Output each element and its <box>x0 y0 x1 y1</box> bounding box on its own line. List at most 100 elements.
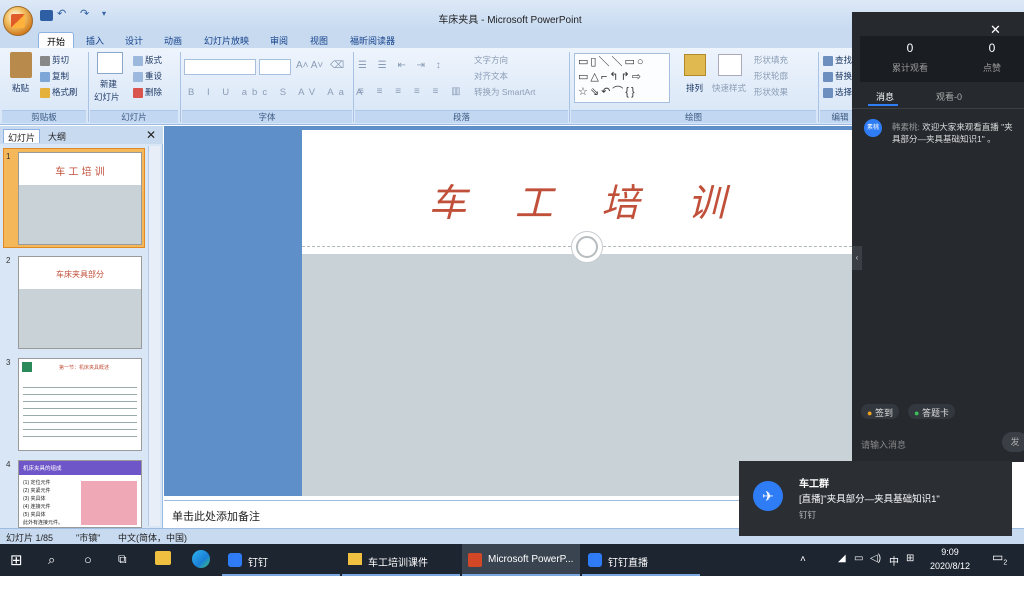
grow-font-icon[interactable]: A˄ A˅ <box>296 60 323 71</box>
notes-placeholder[interactable]: 单击此处添加备注 <box>172 508 260 524</box>
slide-thumb-1[interactable]: 车 工 培 训 <box>18 152 142 245</box>
clear-format-icon[interactable]: ⌫ <box>330 60 344 71</box>
signin-button[interactable]: ● 签到 <box>861 404 899 419</box>
layout-button[interactable]: 版式 <box>133 54 162 66</box>
edge-icon[interactable] <box>192 550 210 568</box>
panel-scrollbar[interactable] <box>148 146 160 526</box>
dingtalk-logo-icon: ✈ <box>753 481 783 511</box>
thumb-line: 此外有连接元件。 <box>23 520 64 526</box>
quick-styles-icon[interactable] <box>718 54 742 76</box>
ribbon-separator <box>569 52 570 122</box>
network-icon[interactable]: ◢ <box>838 553 846 585</box>
thumb-title: 车床夹具部分 <box>56 270 104 279</box>
tab-view[interactable]: 视图 <box>302 32 336 48</box>
thumb-number: 4 <box>6 460 11 469</box>
tab-messages[interactable]: 消息 <box>876 90 894 103</box>
tab-slides[interactable]: 幻灯片 <box>3 129 41 143</box>
qat-dropdown-icon[interactable]: ▾ <box>102 9 115 20</box>
paste-button[interactable]: 粘贴 <box>12 82 29 94</box>
office-button[interactable] <box>3 6 33 36</box>
new-slide-button[interactable]: 新建 <box>100 78 117 90</box>
smartart-button[interactable]: 转换为 SmartArt <box>474 86 535 98</box>
notifications-icon[interactable]: ▭2 <box>992 550 1007 582</box>
current-slide[interactable]: 车 工 培 训 <box>302 130 852 496</box>
tab-slideshow[interactable]: 幻灯片放映 <box>196 32 257 48</box>
replace-button[interactable]: 替换 <box>823 70 852 82</box>
tab-outline[interactable]: 大纲 <box>44 129 70 143</box>
font-size-select[interactable] <box>259 59 291 75</box>
slides-group-label: 幻灯片 <box>90 110 178 123</box>
slide-thumb-2[interactable]: 车床夹具部分 <box>18 256 142 349</box>
taskbar-dingtalk-live[interactable]: 钉钉直播 <box>582 544 700 576</box>
taskbar-powerpoint[interactable]: Microsoft PowerP... <box>462 544 580 576</box>
message-input[interactable]: 请输入消息 <box>861 438 906 451</box>
shapes-gallery[interactable]: ▭▯＼＼▭○ ▭△⌐↰↱⇨ ☆⇘↶⌒{} <box>574 53 670 103</box>
status-slide-count: 幻灯片 1/85 <box>6 533 54 543</box>
slide-title[interactable]: 车 工 培 训 <box>302 172 852 227</box>
clipboard-group-label: 剪贴板 <box>2 110 86 123</box>
list-buttons[interactable]: ☰ ☰ ⇤ ⇥ ↕ <box>358 60 445 71</box>
quick-styles-button[interactable]: 快速样式 <box>712 82 746 94</box>
ime-indicator[interactable]: 中 <box>889 553 899 585</box>
volume-icon[interactable]: ◁) <box>870 553 881 585</box>
font-name-select[interactable] <box>184 59 256 75</box>
new-slide-button-label[interactable]: 幻灯片 <box>94 91 120 103</box>
tab-home[interactable]: 开始 <box>38 32 75 48</box>
send-button[interactable]: 发 <box>1002 432 1024 452</box>
cut-button[interactable]: 剪切 <box>40 54 69 66</box>
taskbar-dingtalk[interactable]: 钉钉 <box>222 544 340 576</box>
new-slide-icon[interactable] <box>97 52 123 74</box>
collapse-panel-icon[interactable]: ‹ <box>852 246 862 270</box>
copy-button[interactable]: 复制 <box>40 70 69 82</box>
layout-icon <box>133 55 143 66</box>
save-icon[interactable] <box>40 10 53 21</box>
tab-design[interactable]: 设计 <box>117 32 151 48</box>
tab-insert[interactable]: 插入 <box>78 32 112 48</box>
cortana-icon[interactable]: ○ <box>84 552 92 584</box>
clock-date[interactable]: 2020/8/12 <box>920 561 980 593</box>
undo-icon[interactable]: ↶ <box>57 7 70 20</box>
panel-divider <box>852 108 1024 109</box>
ime-mode-icon[interactable]: ⊞ <box>906 553 914 585</box>
tab-foxit-reader[interactable]: 福昕阅读器 <box>342 32 403 48</box>
tray-overflow-icon[interactable]: ˄ <box>800 554 806 586</box>
paste-icon[interactable] <box>10 52 32 78</box>
slide-thumb-3[interactable]: 第一节：机床夹具概述 <box>18 358 142 451</box>
align-buttons[interactable]: ≡ ≡ ≡ ≡ ≡ ▥ <box>358 86 466 97</box>
shape-outline-button[interactable]: 形状轮廓 <box>754 70 788 82</box>
close-panel-icon[interactable]: ✕ <box>146 128 156 142</box>
select-button[interactable]: 选择 <box>823 86 852 98</box>
status-theme: "市镇" <box>76 533 101 543</box>
arrange-icon[interactable] <box>684 54 706 76</box>
format-painter-button[interactable]: 格式刷 <box>40 86 78 98</box>
slide-thumb-4[interactable]: 机床夹具的组成 (1) 定位元件 (2) 夹紧元件 (3) 夹具体 (4) 连接… <box>18 460 142 528</box>
tab-viewers[interactable]: 观看-0 <box>936 90 962 103</box>
windows-start-icon[interactable]: ⊞ <box>10 551 23 583</box>
redo-icon[interactable]: ↷ <box>80 7 93 20</box>
select-icon <box>823 87 833 98</box>
reset-button[interactable]: 重设 <box>133 70 162 82</box>
font-style-buttons[interactable]: B I U abc S AV Aa A <box>188 87 367 98</box>
text-direction-button[interactable]: 文字方向 <box>474 54 508 66</box>
question-card-button[interactable]: ● 答题卡 <box>908 404 955 419</box>
shape-effects-button[interactable]: 形状效果 <box>754 86 788 98</box>
tab-review[interactable]: 审阅 <box>262 32 296 48</box>
window-title: 车床夹具 - Microsoft PowerPoint <box>438 15 582 26</box>
notification-toast[interactable]: ✈ 车工群 [直播]"夹具部分—夹具基础知识1" 钉钉 <box>739 461 1012 536</box>
task-view-icon[interactable]: ⧉ <box>118 552 127 584</box>
arrange-button[interactable]: 排列 <box>686 82 703 94</box>
thumb-background <box>19 289 141 348</box>
thumb-text-lines <box>23 381 137 443</box>
shape-fill-button[interactable]: 形状填充 <box>754 54 788 66</box>
align-text-button[interactable]: 对齐文本 <box>474 70 508 82</box>
toast-message: [直播]"夹具部分—夹具基础知识1" <box>799 494 940 505</box>
battery-icon[interactable]: ▭ <box>854 553 863 585</box>
search-icon[interactable]: ⌕ <box>48 552 55 584</box>
find-button[interactable]: 查找 <box>823 54 852 66</box>
tab-animations[interactable]: 动画 <box>156 32 190 48</box>
ribbon-separator <box>818 52 819 122</box>
taskbar-folder[interactable]: 车工培训课件 <box>342 544 460 576</box>
file-explorer-icon[interactable] <box>155 551 171 565</box>
thumb-title: 机床夹具的组成 <box>23 466 62 472</box>
delete-button[interactable]: 删除 <box>133 86 162 98</box>
